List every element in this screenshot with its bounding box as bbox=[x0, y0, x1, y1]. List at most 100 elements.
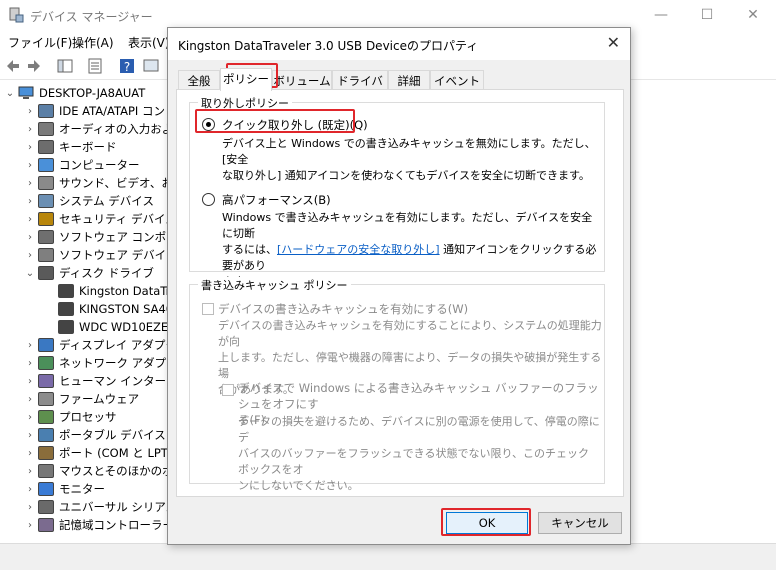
processor-icon bbox=[38, 410, 54, 424]
tree-category-item[interactable]: › キーボード bbox=[24, 138, 117, 156]
chevron-right-icon[interactable]: › bbox=[24, 106, 36, 117]
menu-file[interactable]: ファイル(F) bbox=[8, 34, 72, 51]
main-titlebar: デバイス マネージャー — ☐ ✕ bbox=[0, 0, 776, 30]
tab-general[interactable]: 全般 bbox=[178, 70, 220, 90]
monitor-icon bbox=[38, 482, 54, 496]
better-performance-radio[interactable] bbox=[202, 193, 215, 206]
tree-item-label: セキュリティ デバイス bbox=[59, 212, 177, 226]
tree-category-item[interactable]: › ポート (COM と LPT) bbox=[24, 444, 172, 462]
forward-arrow-icon[interactable] bbox=[25, 57, 43, 75]
safely-remove-hardware-link[interactable]: [ハードウェアの安全な取り外し] bbox=[277, 243, 440, 256]
tree-category-item[interactable]: › モニター bbox=[24, 480, 105, 498]
chevron-right-icon[interactable]: › bbox=[24, 250, 36, 261]
tree-category-item[interactable]: › システム デバイス bbox=[24, 192, 154, 210]
chevron-right-icon[interactable]: › bbox=[24, 358, 36, 369]
dialog-title: Kingston DataTraveler 3.0 USB Deviceのプロパ… bbox=[178, 39, 479, 53]
tab-events[interactable]: イベント bbox=[430, 70, 484, 90]
tree-root[interactable]: ⌄ DESKTOP-JA8AUAT bbox=[4, 84, 145, 102]
back-arrow-icon[interactable] bbox=[4, 57, 22, 75]
chevron-right-icon[interactable]: › bbox=[24, 214, 36, 225]
tree-category-item[interactable]: › 記憶域コントローラー bbox=[24, 516, 174, 534]
menu-view[interactable]: 表示(V) bbox=[128, 34, 170, 51]
tree-item-label: ファームウェア bbox=[59, 392, 140, 406]
tree-category-item[interactable]: › ファームウェア bbox=[24, 390, 139, 408]
chevron-right-icon[interactable]: › bbox=[24, 448, 36, 459]
chevron-right-icon[interactable]: › bbox=[24, 178, 36, 189]
software-component-icon bbox=[38, 230, 54, 244]
dialog-close-icon[interactable]: ✕ bbox=[607, 33, 620, 52]
better-performance-label[interactable]: 高パフォーマンス(B) bbox=[222, 192, 331, 208]
perf-desc-line1: Windows で書き込みキャッシュを有効にします。ただし、デバイスを安全に切断 bbox=[222, 211, 593, 240]
disk-icon bbox=[58, 284, 74, 298]
chevron-right-icon[interactable]: › bbox=[24, 160, 36, 171]
keyboard-icon bbox=[38, 140, 54, 154]
tree-category-item[interactable]: › コンピューター bbox=[24, 156, 140, 174]
quick-removal-description: デバイス上と Windows での書き込みキャッシュを無効にします。ただし、[安… bbox=[222, 136, 602, 184]
tree-category-item[interactable]: › ディスプレイ アダプター bbox=[24, 336, 188, 354]
enable-write-cache-label[interactable]: デバイスの書き込みキャッシュを有効にする(W) bbox=[218, 301, 468, 317]
chevron-right-icon[interactable]: › bbox=[24, 340, 36, 351]
help-icon[interactable]: ? bbox=[118, 57, 136, 75]
cancel-button[interactable]: キャンセル bbox=[538, 512, 622, 534]
tree-category-item[interactable]: › ポータブル デバイス bbox=[24, 426, 166, 444]
chevron-down-icon[interactable]: ⌄ bbox=[4, 88, 16, 99]
chevron-right-icon[interactable]: › bbox=[24, 142, 36, 153]
tree-category-item[interactable]: › ネットワーク アダプター bbox=[24, 354, 189, 372]
computer-icon bbox=[38, 158, 54, 172]
flush-desc-line2: バイスのバッファーをフラッシュできる状態でない限り、このチェック ボックスをオ bbox=[238, 447, 590, 476]
chevron-right-icon[interactable]: › bbox=[24, 466, 36, 477]
disk-icon bbox=[58, 320, 74, 334]
ok-button[interactable]: OK bbox=[446, 512, 528, 534]
chevron-right-icon[interactable]: › bbox=[24, 484, 36, 495]
maximize-button[interactable]: ☐ bbox=[684, 0, 730, 30]
quick-desc-line1: デバイス上と Windows での書き込みキャッシュを無効にします。ただし、[安… bbox=[222, 137, 596, 166]
software-device-icon bbox=[38, 248, 54, 262]
quick-removal-label[interactable]: クイック取り外し (既定)(Q) bbox=[222, 117, 368, 133]
chevron-right-icon[interactable]: › bbox=[24, 502, 36, 513]
chevron-right-icon[interactable]: › bbox=[24, 412, 36, 423]
menu-action[interactable]: 操作(A) bbox=[72, 34, 114, 51]
mouse-icon bbox=[38, 464, 54, 478]
turn-off-flush-checkbox[interactable] bbox=[222, 384, 234, 396]
chevron-right-icon[interactable]: › bbox=[24, 196, 36, 207]
close-button[interactable]: ✕ bbox=[730, 0, 776, 30]
chevron-right-icon[interactable]: › bbox=[24, 376, 36, 387]
quick-removal-radio[interactable] bbox=[202, 118, 215, 131]
enable-write-cache-checkbox[interactable] bbox=[202, 303, 214, 315]
show-hide-console-icon[interactable] bbox=[56, 57, 74, 75]
tab-driver[interactable]: ドライバー bbox=[332, 70, 388, 104]
tree-child-item[interactable]: KINGSTON SA40 bbox=[58, 300, 173, 318]
tree-category-item[interactable]: › セキュリティ デバイス bbox=[24, 210, 177, 228]
system-device-icon bbox=[38, 194, 54, 208]
tree-category-item[interactable]: › マウスとそのほかのポイ bbox=[24, 462, 185, 480]
tree-category-item[interactable]: › IDE ATA/ATAPI コント bbox=[24, 102, 176, 120]
tree-category-item[interactable]: › ソフトウェア デバイス bbox=[24, 246, 177, 264]
chevron-right-icon[interactable]: › bbox=[24, 124, 36, 135]
computer-icon bbox=[18, 86, 34, 99]
main-window-title: デバイス マネージャー bbox=[30, 10, 153, 24]
chevron-down-icon[interactable]: ⌄ bbox=[24, 268, 36, 279]
tree-category-item[interactable]: ⌄ ディスク ドライブ bbox=[24, 264, 154, 282]
tree-item-label: ディスク ドライブ bbox=[59, 266, 154, 280]
tree-child-item[interactable]: WDC WD10EZEX bbox=[58, 318, 176, 336]
portable-device-icon bbox=[38, 428, 54, 442]
chevron-right-icon[interactable]: › bbox=[24, 394, 36, 405]
tree-item-label: システム デバイス bbox=[59, 194, 154, 208]
flush-desc-line3: ンにしないでください。 bbox=[238, 479, 359, 492]
scan-hardware-icon[interactable] bbox=[142, 57, 160, 75]
flush-label-line1: デバイスで Windows による書き込みキャッシュ バッファーのフラッシュをオ… bbox=[238, 381, 599, 411]
tree-category-item[interactable]: › プロセッサ bbox=[24, 408, 117, 426]
chevron-right-icon[interactable]: › bbox=[24, 520, 36, 531]
tab-volume[interactable]: ボリューム bbox=[272, 70, 332, 90]
chevron-right-icon[interactable]: › bbox=[24, 232, 36, 243]
tree-item-label: キーボード bbox=[59, 140, 117, 154]
perf-desc-line2: するには、[ハードウェアの安全な取り外し] 通知アイコンをクリックする必要があり bbox=[222, 242, 602, 274]
properties-icon[interactable] bbox=[86, 57, 104, 75]
minimize-button[interactable]: — bbox=[638, 0, 684, 30]
tab-details[interactable]: 詳細 bbox=[388, 70, 430, 90]
tree-item-label: モニター bbox=[59, 482, 105, 496]
tree-item-label: KINGSTON SA40 bbox=[79, 302, 174, 316]
tree-category-item[interactable]: › オーディオの入力および bbox=[24, 120, 185, 138]
chevron-right-icon[interactable]: › bbox=[24, 430, 36, 441]
tab-policy[interactable]: ポリシー bbox=[220, 68, 272, 91]
